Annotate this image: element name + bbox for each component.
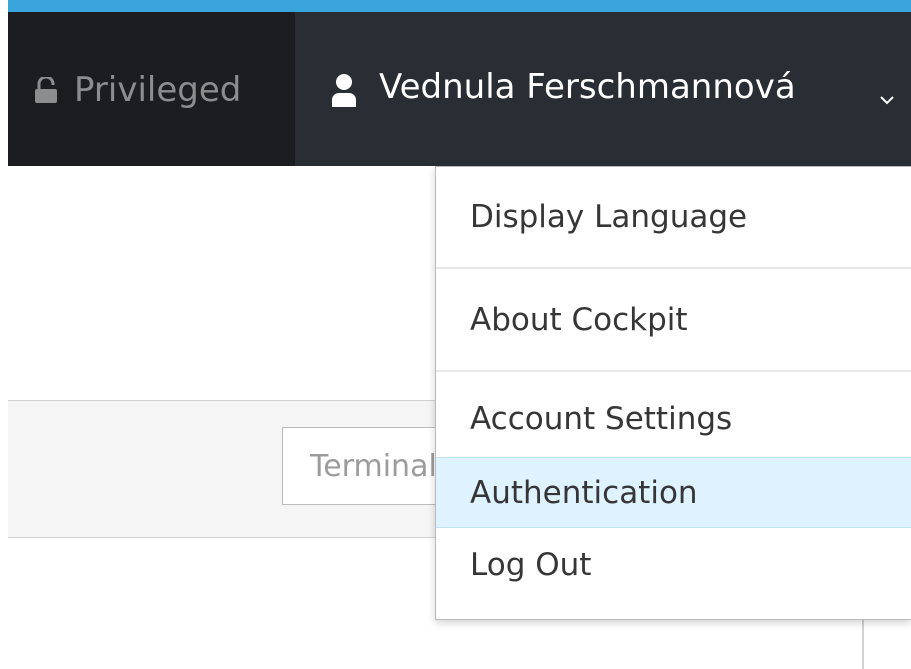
- menu-item-label: About Cockpit: [470, 301, 688, 338]
- user-menu-toggle[interactable]: Vednula Ferschmannová: [295, 12, 911, 166]
- privileged-indicator[interactable]: Privileged: [34, 70, 241, 110]
- menu-item-account-settings[interactable]: Account Settings: [436, 380, 911, 458]
- menu-item-about-cockpit[interactable]: About Cockpit: [436, 269, 911, 370]
- menu-item-label: Account Settings: [470, 401, 733, 437]
- chevron-down-icon: [880, 90, 894, 105]
- privileged-label: Privileged: [74, 70, 242, 110]
- masthead: Privileged Vednula Ferschmannová: [8, 12, 911, 166]
- privileged-indicator-panel[interactable]: Privileged: [8, 12, 295, 166]
- menu-item-label: Authentication: [470, 474, 698, 511]
- menu-divider: [436, 370, 911, 372]
- user-name: Vednula Ferschmannová: [379, 67, 796, 107]
- user-dropdown-menu: Display Language About Cockpit Account S…: [435, 166, 911, 620]
- user-icon: [331, 73, 357, 107]
- menu-item-label: Display Language: [470, 199, 748, 235]
- menu-item-display-language[interactable]: Display Language: [436, 167, 911, 267]
- menu-item-authentication[interactable]: Authentication: [436, 457, 911, 528]
- lock-open-icon: [34, 70, 58, 110]
- masthead-accent-line: [0, 0, 911, 12]
- menu-item-log-out[interactable]: Log Out: [436, 528, 911, 602]
- menu-item-label: Log Out: [470, 547, 592, 583]
